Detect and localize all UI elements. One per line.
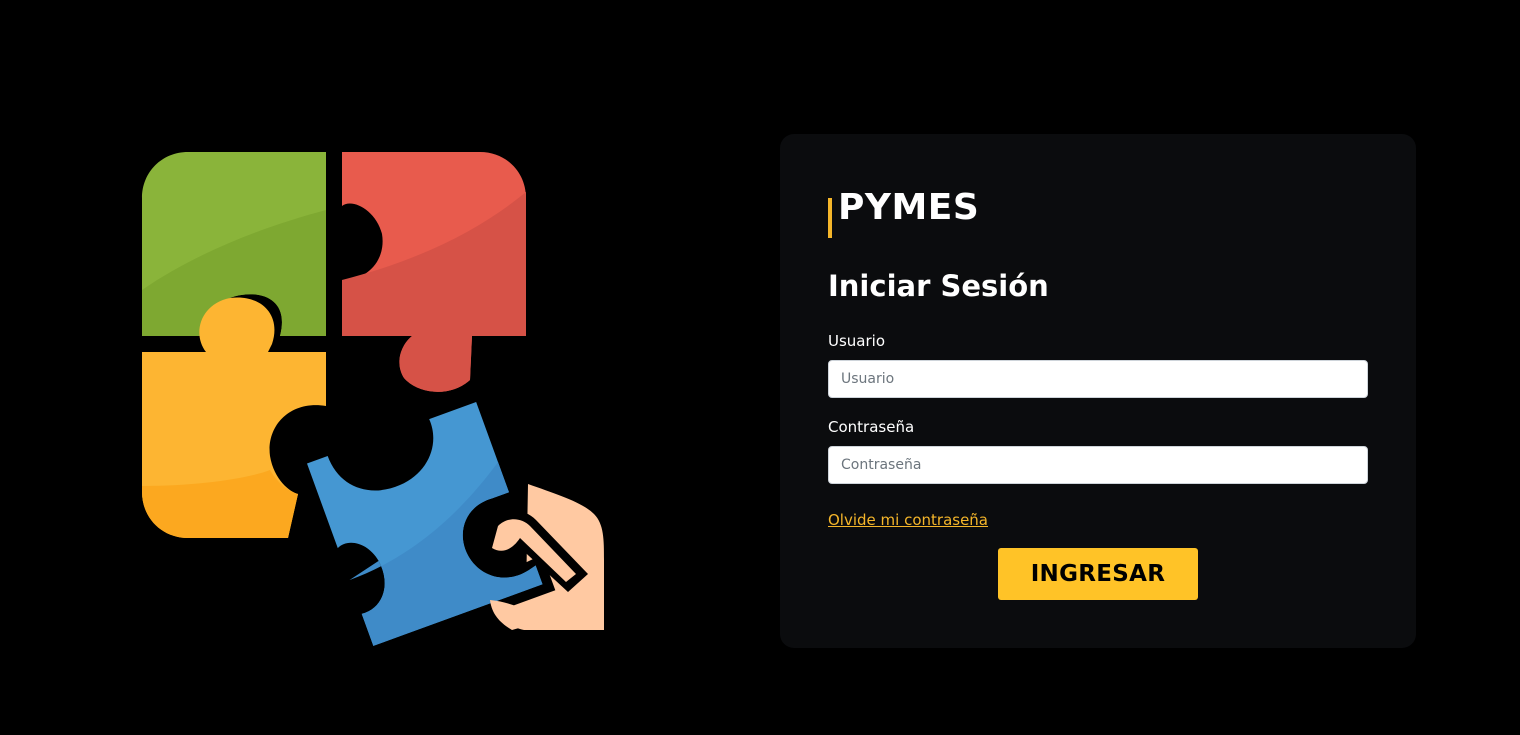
username-input[interactable]: [828, 360, 1368, 398]
puzzle-hand-icon: [120, 130, 640, 650]
password-input[interactable]: [828, 446, 1368, 484]
login-card: PYMES Iniciar Sesión Usuario Contraseña …: [780, 134, 1416, 648]
login-button[interactable]: INGRESAR: [998, 548, 1198, 600]
brand-logo: PYMES: [828, 188, 979, 238]
login-page: PYMES Iniciar Sesión Usuario Contraseña …: [0, 0, 1520, 735]
password-label: Contraseña: [828, 418, 915, 436]
brand-name: PYMES: [838, 187, 980, 228]
username-label: Usuario: [828, 332, 886, 350]
brand-accent-bar: [828, 198, 832, 238]
forgot-password-link[interactable]: Olvide mi contraseña: [828, 511, 988, 529]
page-title: Iniciar Sesión: [828, 269, 1049, 303]
